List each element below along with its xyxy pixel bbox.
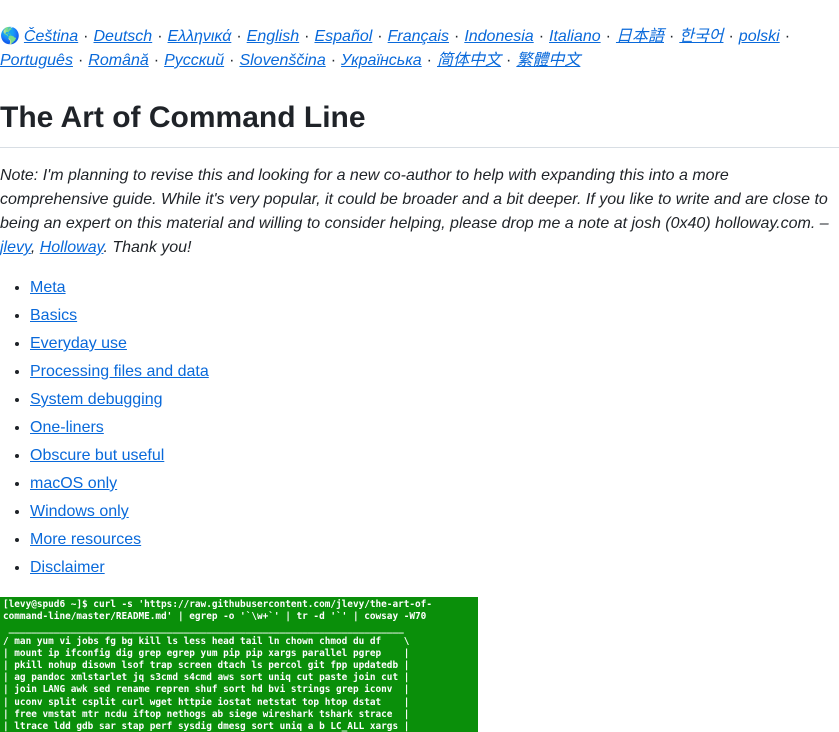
lang-link-ru[interactable]: Русский [164,52,224,69]
separator: · [83,28,89,45]
holloway-link[interactable]: Holloway [40,239,104,256]
language-links: 🌎 Čeština · Deutsch · Ελληνικά · English · Españo… [0,25,839,73]
maintainer-note: Note: I'm planning to revise this and lo… [0,164,839,260]
separator: · [229,52,235,69]
separator: · [77,52,84,69]
separator: · [157,28,163,45]
separator: · [153,52,160,69]
toc-item: Windows only [30,500,209,524]
toc-item: More resources [30,528,209,552]
toc-item: macOS only [30,472,209,496]
toc-item: System debugging [30,388,209,412]
terminal-line: command-line/master/README.md' | egrep -… [3,611,427,623]
separator: · [330,52,337,69]
separator: · [538,28,545,45]
separator: · [668,28,675,45]
toc-link-obscure[interactable]: Obscure but useful [30,447,164,464]
terminal-line: | free vmstat mtr ncdu iftop nethogs ab … [3,708,410,720]
separator: · [304,28,310,45]
separator: · [453,28,460,45]
separator: · [506,52,512,69]
globe-icon: 🌎 [0,28,20,45]
toc-link-macos[interactable]: macOS only [30,475,117,492]
lang-link-it[interactable]: Italiano [549,28,601,45]
toc-item: Obscure but useful [30,444,209,468]
toc-link-disclaimer[interactable]: Disclaimer [30,559,105,576]
terminal-line: | uconv split csplit curl wget httpie io… [3,696,410,708]
note-comma: , [30,239,40,256]
jlevy-link[interactable]: jlevy [0,239,31,256]
toc-item: One-liners [30,416,209,440]
separator: · [377,28,383,45]
toc-link-more-resources[interactable]: More resources [30,531,141,548]
toc-link-system-debugging[interactable]: System debugging [30,391,163,408]
terminal-line: / man yum vi jobs fg bg kill ls less hea… [3,635,410,647]
terminal-line: | join LANG awk sed rename repren shuf s… [3,684,410,696]
lang-link-id[interactable]: Indonesia [464,28,533,45]
lang-link-fr[interactable]: Français [388,28,449,45]
language-line-1: 🌎 Čeština · Deutsch · Ελληνικά · English · Españo… [0,25,839,49]
separator: · [236,28,242,45]
lang-link-el[interactable]: Ελληνικά [168,28,232,45]
lang-link-zh-hant[interactable]: 繁體中文 [516,52,580,69]
terminal-line: [levy@spud6 ~]$ curl -s 'https://raw.git… [3,599,432,610]
toc-item: Everyday use [30,332,209,356]
toc-link-processing-files[interactable]: Processing files and data [30,363,209,380]
toc-link-one-liners[interactable]: One-liners [30,419,104,436]
terminal-line: | ltrace ldd gdb sar stap perf sysdig dm… [3,721,410,732]
lang-link-cs[interactable]: Čeština [24,28,78,45]
language-line-2: Português · Română · Русский · Slovenščina · Укр… [0,49,839,73]
lang-link-sl[interactable]: Slovenščina [239,52,325,69]
terminal-line: | ag pandoc xmlstarlet jq s3cmd s4cmd aw… [3,672,410,684]
title-divider [0,147,839,148]
separator: · [728,28,734,45]
toc-link-everyday-use[interactable]: Everyday use [30,335,127,352]
toc-item: Basics [30,304,209,328]
toc-link-windows[interactable]: Windows only [30,503,129,520]
terminal-line: | pkill nohup disown lsof trap screen dt… [3,660,410,672]
separator: · [605,28,611,45]
lang-link-es[interactable]: Español [314,28,372,45]
lang-link-zh-hans[interactable]: 简体中文 [437,52,501,69]
note-text: Note: I'm planning to revise this and lo… [0,167,829,232]
page-title: The Art of Command Line [0,101,366,134]
lang-link-uk[interactable]: Українська [341,52,422,69]
note-thanks: . Thank you! [103,239,192,256]
terminal-line: | mount ip ifconfig dig grep egrep yum p… [3,647,410,659]
terminal-line: ________________________________________… [3,623,404,635]
lang-link-pt[interactable]: Português [0,52,73,69]
toc-link-basics[interactable]: Basics [30,307,77,324]
toc-item: Disclaimer [30,556,209,580]
cowsay-terminal-image: [levy@spud6 ~]$ curl -s 'https://raw.git… [0,597,478,732]
toc-item: Meta [30,276,209,300]
toc-item: Processing files and data [30,360,209,384]
toc-link-meta[interactable]: Meta [30,279,66,296]
lang-link-ro[interactable]: Română [88,52,148,69]
separator: · [426,52,432,69]
lang-link-ko[interactable]: 한국어 [679,28,723,45]
lang-link-en[interactable]: English [247,28,299,45]
lang-link-ja[interactable]: 日本語 [616,28,664,45]
table-of-contents: Meta Basics Everyday use Processing file… [0,276,209,584]
separator: · [784,28,791,45]
lang-link-de[interactable]: Deutsch [94,28,153,45]
lang-link-pl[interactable]: polski [739,28,780,45]
